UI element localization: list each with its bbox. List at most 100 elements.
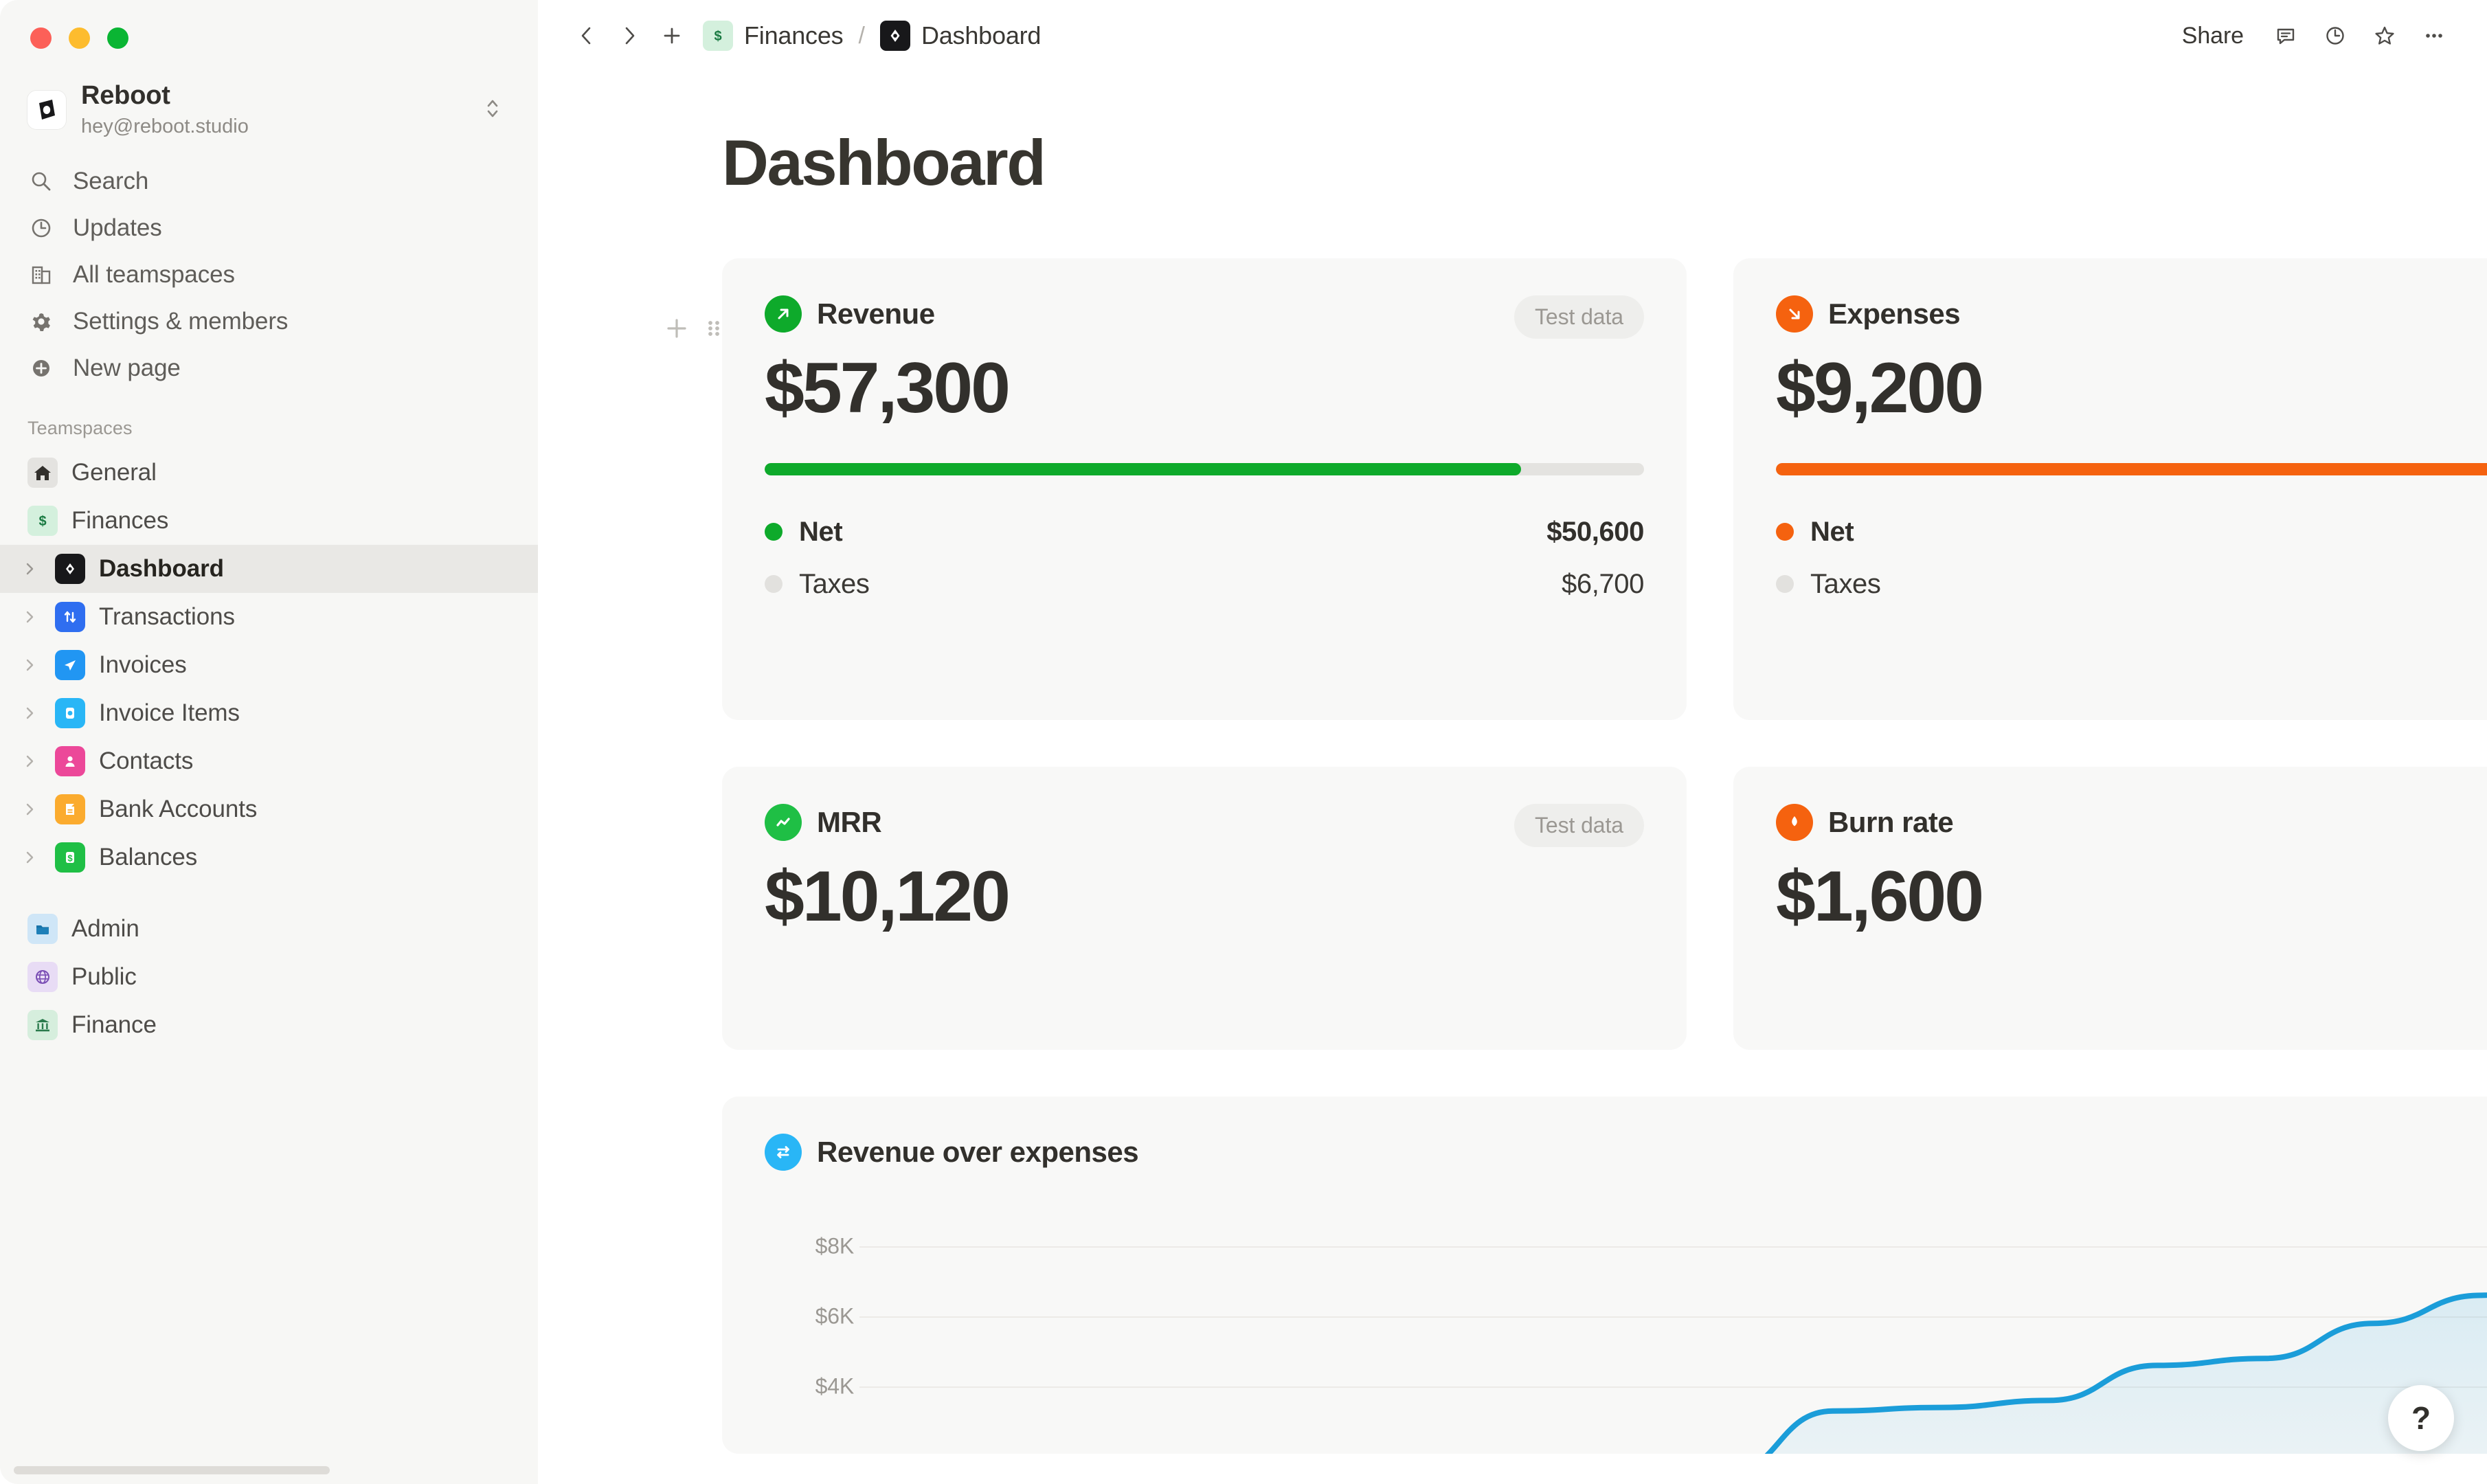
- paper-plane-icon: [55, 650, 85, 680]
- card-title: Revenue: [817, 297, 935, 330]
- help-button[interactable]: ?: [2388, 1385, 2454, 1451]
- share-button[interactable]: Share: [2170, 15, 2256, 56]
- metric-card-mrr[interactable]: MRR Test data $10,120: [722, 767, 1687, 1050]
- progress-track: [1776, 463, 2487, 476]
- dashboard-diamond-icon: [879, 21, 910, 51]
- toolbar-actions: [2264, 14, 2455, 57]
- status-badge: Test data: [1514, 804, 1644, 847]
- add-block-button[interactable]: [662, 313, 692, 344]
- legend-row: Taxes $6,700: [765, 558, 1644, 610]
- card-header: Burn rate Test data: [1776, 804, 2487, 847]
- legend-row: Net $8,000: [1776, 506, 2487, 558]
- minimize-window-button[interactable]: [69, 27, 90, 49]
- sidebar-item-search[interactable]: Search: [16, 158, 521, 205]
- sidebar-item-balances[interactable]: $ Balances: [0, 833, 538, 881]
- more-horizontal-icon[interactable]: [2413, 14, 2455, 57]
- sidebar-item-updates[interactable]: Updates: [16, 205, 521, 251]
- sidebar-item-label: General: [71, 459, 157, 486]
- chevron-right-icon[interactable]: [18, 701, 41, 725]
- page-title: Dashboard: [722, 126, 1046, 199]
- flame-icon: [1776, 804, 1813, 841]
- card-header: Expenses Test data: [1776, 295, 2487, 339]
- sidebar-item-finance[interactable]: Finance: [0, 1001, 538, 1049]
- chevron-right-icon[interactable]: [18, 846, 41, 869]
- card-title-wrap: Burn rate: [1776, 804, 1954, 841]
- status-badge: Test data: [1514, 295, 1644, 339]
- legend-dot-icon: [765, 575, 783, 594]
- star-icon[interactable]: [2363, 14, 2406, 57]
- card-title-wrap: Revenue over expenses: [765, 1134, 1139, 1171]
- sidebar-item-bank-accounts[interactable]: Bank Accounts: [0, 785, 538, 833]
- svg-text:$: $: [714, 29, 721, 44]
- sidebar-item-public[interactable]: Public: [0, 953, 538, 1001]
- chart-header: Revenue over expenses Test data: [765, 1134, 2487, 1177]
- teamspaces-section-label: Teamspaces: [27, 418, 133, 438]
- sidebar-item-contacts[interactable]: Contacts: [0, 737, 538, 785]
- chevron-right-icon[interactable]: [18, 798, 41, 821]
- sidebar: Reboot hey@reboot.studio Search Updates …: [0, 0, 538, 1484]
- sidebar-item-label: Balances: [99, 844, 198, 870]
- sidebar-item-settings-members[interactable]: Settings & members: [16, 298, 521, 345]
- history-clock-icon[interactable]: [2314, 14, 2356, 57]
- card-legend: Net $8,000 Taxes $1,200: [1776, 506, 2487, 610]
- chevron-right-icon[interactable]: [18, 750, 41, 773]
- legend-row: Net $50,600: [765, 506, 1644, 558]
- chevron-right-icon[interactable]: [18, 605, 41, 629]
- sidebar-item-general[interactable]: General: [0, 449, 538, 497]
- back-button[interactable]: [565, 14, 608, 57]
- workspace-name: Reboot: [81, 81, 170, 111]
- metric-card-revenue[interactable]: Revenue Test data $57,300 Net $50,600 Ta…: [722, 258, 1687, 720]
- chart-series-svg: [859, 1292, 2487, 1454]
- new-page-button[interactable]: [651, 14, 693, 57]
- chart-plot: $8K $6K $4K: [722, 1220, 2487, 1454]
- metric-card-row: Revenue Test data $57,300 Net $50,600 Ta…: [722, 258, 2487, 720]
- card-title-wrap: MRR: [765, 804, 882, 841]
- chevron-updown-icon[interactable]: [483, 94, 506, 126]
- arrow-up-right-icon: [765, 295, 802, 333]
- house-icon: [27, 458, 58, 488]
- chart-card-revenue-over-expenses[interactable]: Revenue over expenses Test data $8K $6K: [722, 1097, 2487, 1454]
- sidebar-item-label: Settings & members: [73, 308, 289, 335]
- chevron-right-icon[interactable]: [18, 557, 41, 581]
- clock-icon: [27, 214, 55, 242]
- sidebar-item-admin[interactable]: Admin: [0, 905, 538, 953]
- metric-value: $57,300: [765, 348, 1011, 428]
- sidebar-item-label: New page: [73, 355, 181, 381]
- sidebar-item-dashboard[interactable]: Dashboard: [0, 545, 538, 593]
- classical-building-icon: [27, 1010, 58, 1040]
- metric-card-expenses[interactable]: Expenses Test data $9,200 Net: [1733, 258, 2487, 720]
- sidebar-item-invoices[interactable]: Invoices: [0, 641, 538, 689]
- sidebar-item-invoice-items[interactable]: Invoice Items: [0, 689, 538, 737]
- sidebar-item-label: Updates: [73, 214, 162, 241]
- forward-button[interactable]: [608, 14, 651, 57]
- close-window-button[interactable]: [30, 27, 52, 49]
- sidebar-item-label: Bank Accounts: [99, 796, 258, 822]
- sidebar-item-finances[interactable]: $ Finances: [0, 497, 538, 545]
- workspace-text: Reboot hey@reboot.studio: [81, 81, 483, 139]
- sidebar-scrollbar[interactable]: [14, 1466, 330, 1474]
- breadcrumb-item-finances[interactable]: Finances: [744, 21, 844, 50]
- search-icon: [27, 168, 55, 195]
- card-title: Burn rate: [1828, 806, 1954, 838]
- workspace-switcher[interactable]: Reboot hey@reboot.studio: [16, 74, 517, 146]
- chevron-right-icon[interactable]: [18, 653, 41, 677]
- person-icon: [55, 746, 85, 776]
- maximize-window-button[interactable]: [107, 27, 128, 49]
- breadcrumb-item-dashboard[interactable]: Dashboard: [921, 21, 1042, 50]
- sidebar-item-label: Search: [73, 168, 149, 194]
- metric-card-row: MRR Test data $10,120 Burn rate $1,600: [722, 767, 2487, 1050]
- sidebar-item-transactions[interactable]: Transactions: [0, 593, 538, 641]
- comment-icon[interactable]: [2264, 14, 2307, 57]
- metric-card-burn-rate[interactable]: Burn rate Test data $1,600: [1733, 767, 2487, 1050]
- circle-target-icon: [55, 698, 85, 728]
- sidebar-item-new-page[interactable]: New page: [16, 345, 521, 392]
- dollar-badge-icon: $: [55, 842, 85, 873]
- sidebar-item-all-teamspaces[interactable]: All teamspaces: [16, 251, 521, 298]
- legend-value: $50,600: [1546, 516, 1644, 547]
- sidebar-item-label: Transactions: [99, 603, 235, 630]
- sidebar-item-label: Finance: [71, 1011, 157, 1038]
- dashboard-diamond-icon: [55, 554, 85, 584]
- sidebar-item-label: Contacts: [99, 747, 194, 774]
- sidebar-item-label: Invoices: [99, 651, 187, 678]
- progress-fill: [1776, 463, 2487, 476]
